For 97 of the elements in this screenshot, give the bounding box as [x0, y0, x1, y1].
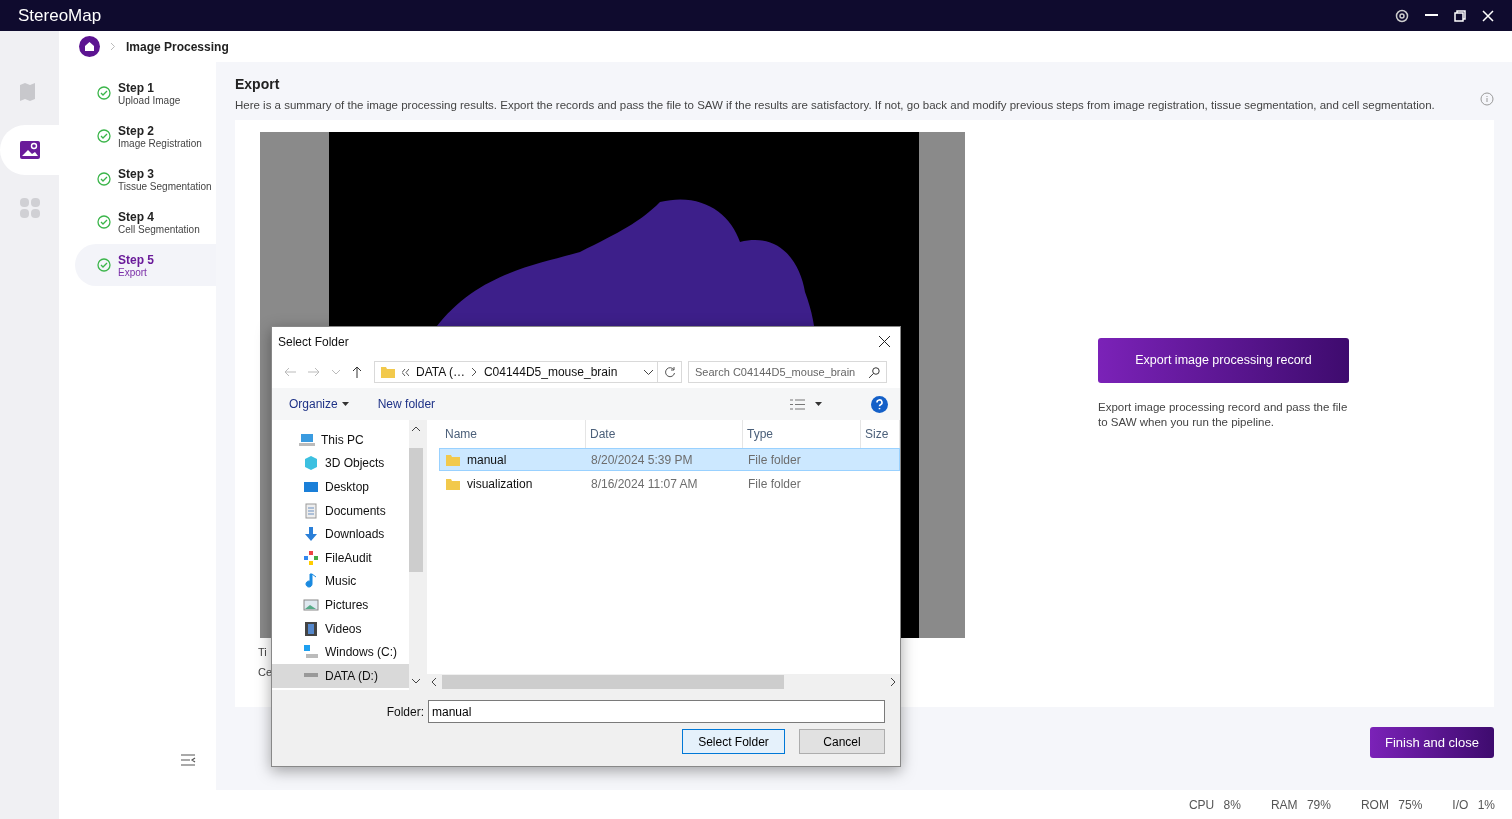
folder-tree-item[interactable]: DATA (D:): [272, 663, 409, 688]
section-description: Here is a summary of the image processing results. Export the records and pass the file to SAW if the results are satisfactory. If not, go back and modify previous steps from image registration, tissue segmentation, and cell segmentation.: [235, 98, 1436, 112]
scroll-left-icon[interactable]: [431, 678, 436, 686]
address-bar[interactable]: DATA (… C04144D5_mouse_brain: [374, 361, 658, 383]
step-title: Step 4: [118, 209, 155, 224]
horizontal-scrollbar[interactable]: [427, 674, 900, 690]
step-subtitle: Cell Segmentation: [118, 223, 200, 235]
caret-icon: [341, 402, 349, 406]
folder-input[interactable]: manual: [428, 700, 885, 723]
step-item[interactable]: Step 2 Image Registration: [75, 115, 216, 157]
breadcrumb-current: Image Processing: [126, 39, 229, 54]
overflow-chevrons-icon: [402, 368, 409, 376]
collapse-menu-icon[interactable]: [181, 754, 196, 766]
up-button[interactable]: [352, 366, 362, 378]
check-circle-icon: [97, 215, 111, 229]
section-heading: Export: [235, 76, 281, 92]
organize-menu-button[interactable]: Organize: [289, 397, 349, 411]
refresh-button[interactable]: [658, 361, 682, 383]
close-icon: [878, 336, 890, 347]
folder-icon: [446, 453, 460, 466]
folder-icon: [381, 366, 395, 378]
dropdown-caret-icon: [644, 369, 653, 375]
search-icon: [869, 366, 880, 378]
folder-tree-item[interactable]: Documents: [272, 498, 409, 523]
preview-label: Ce: [258, 666, 273, 678]
step-item[interactable]: Step 1 Upload Image: [75, 72, 216, 114]
new-folder-button[interactable]: New folder: [377, 397, 436, 411]
cube-icon: [303, 455, 319, 472]
close-icon[interactable]: [1482, 9, 1494, 22]
refresh-icon: [663, 366, 676, 378]
folder-label: Folder:: [386, 704, 424, 719]
caret-icon: [815, 402, 822, 406]
status-metric: CPU 8%: [1188, 797, 1241, 812]
windows-drive-icon: [303, 644, 319, 661]
scroll-up-icon[interactable]: [412, 426, 420, 431]
nav-rail-button[interactable]: [0, 125, 59, 175]
status-metric: I/O 1%: [1452, 797, 1495, 812]
export-note: Export image processing record and pass the file to SAW when you run the pipeline.: [1098, 399, 1348, 430]
folder-tree-item[interactable]: This PC: [272, 428, 409, 452]
step-subtitle: Image Registration: [118, 137, 202, 149]
folder-tree-item[interactable]: Desktop: [272, 475, 409, 499]
folder-tree-item[interactable]: 3D Objects: [272, 451, 409, 476]
pictures-icon: [303, 596, 319, 613]
folder-tree-item[interactable]: Pictures: [272, 593, 409, 617]
dialog-button[interactable]: Select Folder: [682, 729, 785, 754]
check-circle-icon: [97, 172, 111, 186]
folder-icon: [446, 477, 460, 490]
home-icon[interactable]: [79, 36, 100, 57]
restore-icon[interactable]: [1454, 9, 1466, 22]
desktop-icon: [303, 479, 319, 495]
check-circle-icon: [97, 258, 111, 272]
finish-close-button[interactable]: Finish and close: [1370, 727, 1494, 758]
chevron-icon: [471, 368, 477, 376]
folder-tree-item[interactable]: Videos: [272, 616, 409, 641]
app-icon: [303, 549, 319, 566]
list-view-icon: [790, 398, 805, 410]
folder-tree-item[interactable]: Downloads: [272, 522, 409, 546]
settings-icon[interactable]: [1395, 8, 1409, 23]
step-title: Step 2: [118, 123, 155, 138]
app-title: StereoMap: [18, 5, 103, 26]
step-subtitle: Upload Image: [118, 94, 181, 106]
videos-icon: [303, 620, 319, 637]
file-row[interactable]: visualization 8/16/2024 11:07 AM File folder: [439, 472, 900, 495]
dialog-button[interactable]: Cancel: [799, 729, 885, 754]
export-record-button[interactable]: Export image processing record: [1098, 337, 1349, 383]
chevron-icon: [110, 42, 116, 51]
folder-tree-item[interactable]: FileAudit: [272, 545, 409, 570]
step-title: Step 3: [118, 166, 155, 181]
folder-tree-item[interactable]: Windows (C:): [272, 640, 409, 664]
documents-icon: [303, 502, 319, 519]
preview-label: Ti: [258, 646, 267, 658]
music-icon: [303, 573, 319, 590]
download-arrow-icon: [303, 526, 319, 543]
file-row[interactable]: manual 8/20/2024 5:39 PM File folder: [439, 448, 900, 471]
image-icon: [19, 141, 40, 159]
pc-icon: [299, 431, 315, 448]
step-title: Step 1: [118, 80, 155, 95]
view-options-button[interactable]: [790, 398, 822, 410]
step-item[interactable]: Step 5 Export: [75, 244, 216, 286]
check-circle-icon: [97, 129, 111, 143]
folder-tree-item[interactable]: Music: [272, 569, 409, 594]
status-metric: RAM 79%: [1270, 797, 1331, 812]
step-subtitle: Export: [118, 266, 148, 278]
scroll-down-icon[interactable]: [412, 679, 420, 684]
step-title: Step 5: [118, 252, 154, 267]
dialog-title: Select Folder: [278, 334, 349, 349]
help-icon[interactable]: [871, 395, 888, 413]
check-circle-icon: [97, 86, 111, 100]
search-field[interactable]: Search C04144D5_mouse_brain: [688, 361, 887, 383]
step-subtitle: Tissue Segmentation: [118, 180, 212, 192]
step-item[interactable]: Step 4 Cell Segmentation: [75, 201, 216, 243]
apps-icon: [19, 198, 40, 218]
scroll-right-icon[interactable]: [891, 678, 896, 686]
drive-icon: [303, 673, 319, 679]
step-item[interactable]: Step 3 Tissue Segmentation: [75, 158, 216, 200]
minimize-icon[interactable]: [1425, 14, 1438, 17]
status-metric: ROM 75%: [1360, 797, 1423, 812]
